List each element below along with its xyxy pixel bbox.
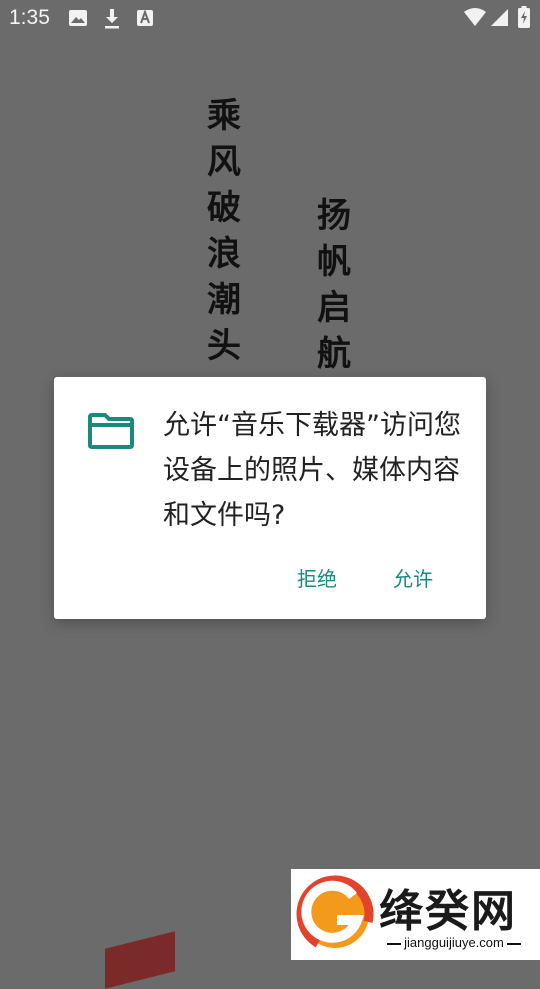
status-time: 1:35 <box>9 6 50 29</box>
poem-char: 头 <box>207 326 241 366</box>
signal-icon <box>491 9 508 26</box>
battery-charging-icon <box>518 6 530 28</box>
splash-decoration <box>105 931 175 989</box>
permission-message: 允许“音乐下载器”访问您设备上的照片、媒体内容和文件吗? <box>163 410 461 531</box>
permission-dialog: 允许“音乐下载器”访问您设备上的照片、媒体内容和文件吗? 拒绝 允许 <box>54 377 486 619</box>
splash-poem-line-2: 扬帆启航 <box>314 193 354 377</box>
site-watermark: 绛癸网 jiangguijiuye.com <box>291 869 540 960</box>
status-bar: 1:35 <box>0 0 540 36</box>
poem-char: 航 <box>317 334 351 374</box>
poem-char: 帆 <box>317 242 351 282</box>
poem-char: 启 <box>317 288 351 328</box>
font-a-icon <box>137 9 153 26</box>
image-icon <box>69 10 87 26</box>
deny-button[interactable]: 拒绝 <box>297 563 337 592</box>
poem-char: 破 <box>207 188 241 228</box>
download-icon <box>105 9 119 29</box>
watermark-logo <box>296 875 374 953</box>
poem-char: 浪 <box>207 234 241 274</box>
poem-char: 风 <box>207 142 241 182</box>
splash-poem-line-1: 乘风破浪潮头 <box>204 93 244 369</box>
poem-char: 潮 <box>207 280 241 320</box>
wifi-icon <box>464 8 486 26</box>
watermark-title: 绛癸网 <box>379 886 517 937</box>
folder-icon <box>88 413 134 449</box>
watermark-url: jiangguijiuye.com <box>379 935 529 950</box>
poem-char: 扬 <box>317 196 351 236</box>
allow-button[interactable]: 允许 <box>393 563 433 592</box>
poem-char: 乘 <box>207 96 241 136</box>
